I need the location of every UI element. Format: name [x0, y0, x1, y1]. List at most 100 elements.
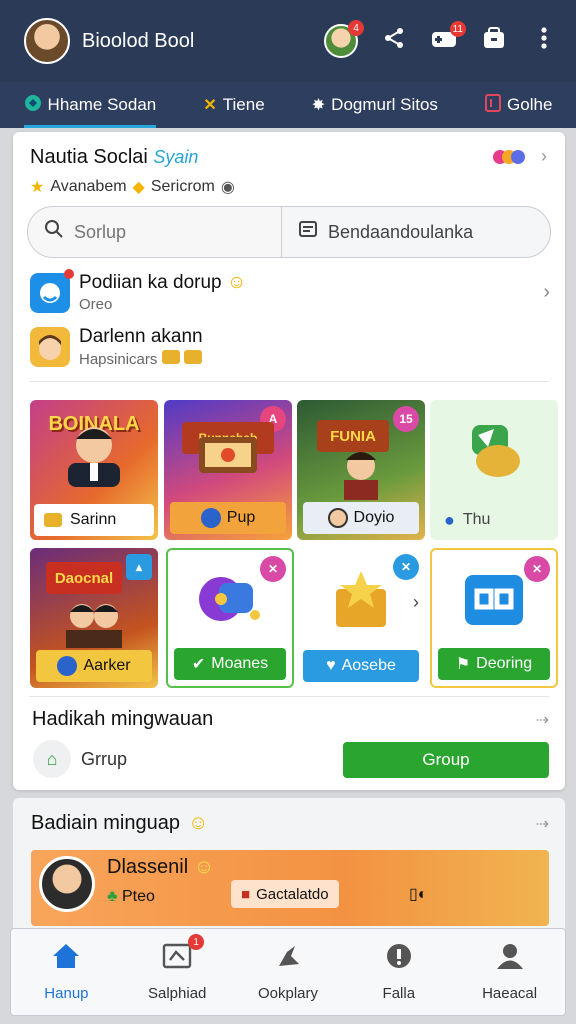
friend-avatar[interactable]: 4 — [324, 20, 364, 58]
cross-icon: ✕ — [203, 97, 217, 114]
card-title-text: Nautia Soclai — [30, 146, 148, 168]
heart-icon: ♥ — [326, 657, 336, 674]
secondary-card: Badiain minguap ☺ ⇢ Dlassenil ☺ ♣ Pteo ■… — [13, 798, 565, 938]
nav-label: Hanup — [44, 985, 89, 1002]
tile-art — [30, 588, 158, 652]
notification-badge: 11 — [449, 21, 466, 37]
list-icon — [298, 219, 318, 245]
tile-label-pill: Sarinn — [34, 504, 154, 536]
gift-icon: ◆ — [132, 179, 145, 196]
tab-dogmurl[interactable]: ✸ Dogmurl Sitos — [306, 82, 444, 128]
user-name: Dlassenil ☺ — [107, 856, 215, 878]
group-row[interactable]: ⌂ Grrup — [33, 740, 127, 778]
tab-golhe[interactable]: Golhe — [479, 82, 558, 128]
card-title-accent: Syain — [153, 147, 199, 167]
list-item[interactable]: Darlenn akann Hapsinicars — [30, 326, 550, 368]
subtitle-text: Sericrom — [150, 178, 215, 195]
list-item[interactable]: Podiian ka dorup ☺ Oreo › — [30, 268, 550, 313]
game-tile[interactable]: ▴ Daocnal Aarker — [30, 548, 158, 688]
nav-inbox[interactable]: 1 Salphiad — [122, 929, 233, 1015]
arrow-right-icon[interactable]: ⇢ — [536, 814, 549, 834]
card-title: Nautia Soclai Syain — [30, 146, 551, 169]
coin-icon — [57, 656, 78, 676]
tile-art — [30, 400, 158, 504]
media-icons: ▯◐ — [409, 886, 428, 903]
tab-label: Tiene — [222, 95, 265, 114]
section-title: Hadikah mingwauan — [32, 708, 214, 730]
nav-explore[interactable]: Ookplary — [233, 929, 344, 1015]
tile-art — [168, 550, 292, 650]
tile-action-button: ✔ Moanes — [174, 648, 286, 680]
arrow-right-icon[interactable]: ⇢ — [536, 710, 549, 730]
tile-action-button: ♥ Aosebe — [303, 650, 419, 682]
game-tile[interactable]: 15 FUNIA Doyio — [297, 400, 425, 540]
tile-art — [432, 550, 556, 650]
nav-label: Ookplary — [257, 985, 318, 1002]
nav-home[interactable]: Hanup — [11, 929, 122, 1015]
featured-user-strip[interactable]: Dlassenil ☺ ♣ Pteo ■ Gactalatdo ▯◐ — [31, 850, 549, 926]
more-options-icon[interactable] — [530, 27, 558, 55]
group-button[interactable]: Group — [343, 742, 549, 778]
search-input[interactable] — [74, 221, 244, 243]
coin-icon — [200, 508, 221, 528]
game-tile[interactable]: ✕ ✔ Moanes — [166, 548, 294, 688]
tile-art — [430, 400, 558, 504]
share-icon[interactable] — [380, 27, 408, 55]
list-item-subtitle: Oreo — [79, 296, 113, 313]
shop-icon[interactable] — [480, 27, 508, 55]
tile-action-button: ⚑ Deoring — [438, 648, 550, 680]
tab-tiene[interactable]: ✕ Tiene — [197, 82, 270, 128]
user-avatar-icon — [30, 327, 70, 367]
bottom-navigation: Hanup 1 Salphiad Ookplary Falla Haeacal — [10, 928, 566, 1016]
card-header: Nautia Soclai Syain ★ Avanabem ◆ Sericro… — [30, 146, 551, 197]
user-chip[interactable]: ■ Gactalatdo — [231, 880, 339, 908]
subtitle-text: Avanabem — [50, 178, 127, 195]
character-icon — [327, 508, 348, 528]
tab-label: Golhe — [507, 95, 553, 114]
globe-icon — [24, 94, 42, 117]
game-tile[interactable]: ● Thu — [430, 400, 558, 540]
game-tile[interactable]: ✕ ♥ Aosebe — [297, 548, 425, 688]
user-status: ♣ Pteo — [107, 888, 155, 905]
list-item-title: Podiian ka dorup ☺ — [79, 272, 247, 293]
bookmark-icon — [485, 93, 502, 117]
tile-corner-badge: ▴ — [126, 554, 152, 580]
notification-dot — [64, 268, 74, 279]
star-icon: ★ — [30, 179, 45, 196]
tab-bar: Hhame Sodan ✕ Tiene ✸ Dogmurl Sitos Golh… — [0, 82, 576, 128]
tab-label: Hhame Sodan — [47, 95, 157, 114]
main-card: Nautia Soclai Syain ★ Avanabem ◆ Sericro… — [13, 132, 565, 790]
search-icon — [44, 219, 64, 245]
tab-home[interactable]: Hhame Sodan — [18, 82, 163, 128]
explore-icon — [273, 942, 303, 977]
reactions-icon[interactable] — [493, 149, 525, 164]
chevron-right-icon[interactable]: › — [543, 281, 550, 304]
search-field[interactable] — [28, 207, 282, 257]
games-icon[interactable]: 11 — [430, 21, 466, 55]
tab-label: Dogmurl Sitos — [331, 95, 438, 114]
game-tile[interactable]: A Bunnabab Pup — [164, 400, 292, 540]
notification-badge: 4 — [348, 20, 364, 36]
chevron-right-icon[interactable]: › — [541, 146, 547, 167]
nav-info[interactable]: Falla — [343, 929, 454, 1015]
browse-field[interactable]: Bendaandoulanka — [282, 207, 550, 257]
tile-label-pill: Pup — [170, 502, 286, 534]
chevron-right-icon[interactable]: › — [413, 592, 419, 613]
info-icon — [384, 942, 414, 977]
game-tile[interactable]: ✕ ⚑ Deoring — [430, 548, 558, 688]
tile-label-pill: Doyio — [303, 502, 419, 534]
list-item-title: Darlenn akann — [79, 326, 203, 347]
search-bar: Bendaandoulanka — [27, 206, 551, 258]
game-tile[interactable]: BOINALA Sarinn — [30, 400, 158, 540]
tile-art — [297, 548, 425, 652]
person-icon: ● — [444, 509, 455, 530]
card-subtitle: ★ Avanabem ◆ Sericrom ◉ — [30, 177, 551, 197]
profile-avatar[interactable] — [24, 18, 70, 64]
user-avatar — [39, 856, 95, 912]
flag-icon: ⚑ — [455, 656, 471, 673]
nav-profile[interactable]: Haeacal — [454, 929, 565, 1015]
inbox-icon: 1 — [162, 934, 205, 977]
nav-label: Salphiad — [148, 985, 207, 1002]
divider — [29, 696, 549, 697]
tile-art — [164, 400, 292, 504]
